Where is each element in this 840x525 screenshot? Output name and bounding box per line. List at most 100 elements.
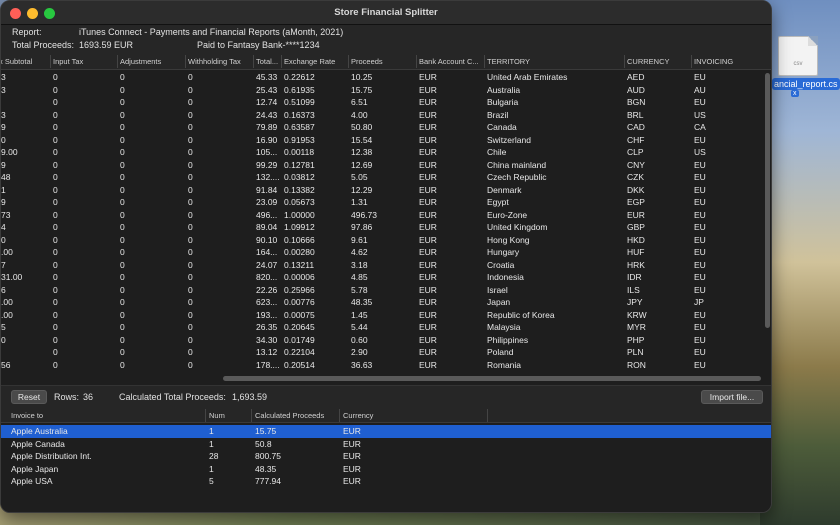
table-cell: 0	[53, 222, 58, 232]
table-row[interactable]: 5 0 0 0 26.35 0.20645 5.44 EUR Malaysia MYR EU	[1, 321, 771, 334]
column-header[interactable]: x Subtotal	[1, 57, 49, 66]
column-divider[interactable]	[185, 55, 186, 68]
table-cell: ILS	[627, 284, 640, 295]
table-row[interactable]: 0 0 0 13.12 0.22104 2.90 EUR Poland PLN EU	[1, 346, 771, 359]
table-cell: 0	[120, 259, 125, 270]
selected-table-row[interactable]: Apple Australia 1 15.75 EUR	[1, 425, 771, 438]
column-divider[interactable]	[281, 55, 282, 68]
table-row[interactable]: 6 0 0 0 22.26 0.25966 5.78 EUR Israel ILS EU	[1, 284, 771, 297]
column-divider[interactable]	[624, 55, 625, 68]
table-cell: 9.00	[1, 147, 18, 157]
table-row[interactable]: 9 0 0 0 23.09 0.05673 1.31 EUR Egypt EGP EU	[1, 196, 771, 209]
table-cell: 0	[120, 234, 125, 245]
column-header[interactable]: INVOICING	[694, 57, 761, 66]
table-row[interactable]: 7 0 0 0 24.07 0.13211 3.18 EUR Croatia HRK EU	[1, 259, 771, 272]
column-header[interactable]: Invoice to	[11, 411, 205, 420]
table-cell: 0	[120, 284, 125, 295]
table-cell: 0.00280	[284, 247, 315, 257]
table-cell: 4.00	[351, 109, 368, 120]
table-cell: CAD	[627, 122, 645, 132]
table-row[interactable]: 3 0 0 0 25.43 0.61935 15.75 EUR Australia AUD AU	[1, 84, 771, 97]
table-cell: EUR	[419, 172, 437, 182]
column-divider[interactable]	[251, 409, 252, 422]
table-row[interactable]: 73 0 0 0 496... 1.00000 496.73 EUR Euro-Zone EUR E…	[1, 209, 771, 222]
table-cell: 0	[53, 334, 58, 345]
table-cell: 0	[120, 147, 125, 157]
table-cell: 12.29	[351, 184, 373, 195]
table-row[interactable]: 3 0 0 0 24.43 0.16373 4.00 EUR Brazil BRL US	[1, 109, 771, 122]
table-cell: Indonesia	[487, 272, 524, 282]
table-cell: EUR	[419, 122, 437, 132]
table-row[interactable]: 0 0 0 0 90.10 0.10666 9.61 EUR Hong Kong HKD EU	[1, 234, 771, 247]
table-cell: 5	[1, 322, 6, 332]
file-label-close-icon[interactable]: x	[791, 90, 799, 97]
table-row[interactable]: 31.00 0 0 0 820... 0.00006 4.85 EUR Indonesia IDR…	[1, 271, 771, 284]
column-header[interactable]: Withholding Tax	[188, 57, 252, 66]
column-header[interactable]: Total...	[256, 57, 280, 66]
table-cell: HKD	[627, 234, 645, 245]
summary-toolbar: Reset Rows: 36 Calculated Total Proceeds…	[1, 385, 771, 407]
table-row[interactable]: 3 0 0 0 45.33 0.22612 10.25 EUR United Arab Emir…	[1, 71, 771, 84]
table-row[interactable]: .00 0 0 0 193... 0.00075 1.45 EUR Republic of Ko…	[1, 309, 771, 322]
table-cell: 0	[188, 347, 193, 357]
table-row[interactable]: Apple Japan 1 48.35 EUR	[1, 463, 771, 476]
column-divider[interactable]	[416, 55, 417, 68]
table-row[interactable]: 9.00 0 0 0 105... 0.00118 12.38 EUR Chile CLP US	[1, 146, 771, 159]
column-header[interactable]: Currency	[343, 411, 487, 420]
table-row[interactable]: 56 0 0 0 178.... 0.20514 36.63 EUR Romania RON EU	[1, 359, 771, 372]
table-row[interactable]: 1 0 0 0 91.84 0.13382 12.29 EUR Denmark DKK EU	[1, 184, 771, 197]
table-cell: 25.43	[256, 84, 278, 95]
column-divider[interactable]	[117, 55, 118, 68]
table-row[interactable]: 48 0 0 0 132.... 0.03812 5.05 EUR Czech Republic…	[1, 171, 771, 184]
reset-button[interactable]: Reset	[11, 390, 47, 404]
column-header[interactable]: Calculated Proceeds	[255, 411, 339, 420]
table-cell: 0	[120, 122, 125, 132]
column-divider[interactable]	[691, 55, 692, 68]
table-cell: 0	[53, 359, 58, 370]
column-header[interactable]: Adjustments	[120, 57, 184, 66]
table-row[interactable]: Apple USA 5 777.94 EUR	[1, 475, 771, 488]
csv-file-icon[interactable]: csv	[778, 36, 818, 76]
desktop-file-label[interactable]: ancial_report.cs	[772, 78, 840, 90]
column-divider[interactable]	[205, 409, 206, 422]
table-row[interactable]: 0 0 0 0 16.90 0.91953 15.54 EUR Switzerland CHF EU	[1, 134, 771, 147]
column-divider[interactable]	[487, 409, 488, 422]
table-cell: 36.63	[351, 359, 373, 370]
column-divider[interactable]	[484, 55, 485, 68]
table-row[interactable]: 9 0 0 0 79.89 0.63587 50.80 EUR Canada CAD CA	[1, 121, 771, 134]
column-divider[interactable]	[253, 55, 254, 68]
table-cell: Poland	[487, 347, 514, 357]
table-cell: 0	[120, 72, 125, 82]
column-header[interactable]: TERRITORY	[487, 57, 623, 66]
column-divider[interactable]	[339, 409, 340, 422]
invoice-table[interactable]: Invoice to Num Calculated Proceeds Currency…	[1, 407, 771, 512]
horizontal-scrollbar[interactable]	[223, 376, 761, 381]
column-divider[interactable]	[348, 55, 349, 68]
table-cell: 132....	[256, 172, 280, 182]
table-row[interactable]: .00 0 0 0 164... 0.00280 4.62 EUR Hungary HUF EU	[1, 246, 771, 259]
column-header[interactable]: Num	[209, 411, 251, 420]
column-header[interactable]: Exchange Rate	[284, 57, 347, 66]
column-header[interactable]: Bank Account C...	[419, 57, 483, 66]
table-cell: JP	[694, 297, 704, 307]
proceeds-table[interactable]: x Subtotal Input Tax Adjustments Withholdin…	[1, 53, 771, 383]
table-row[interactable]: 9 0 0 0 99.29 0.12781 12.69 EUR China mainland CN…	[1, 159, 771, 172]
table-row[interactable]: Apple Canada 1 50.8 EUR	[1, 438, 771, 451]
table-row[interactable]: 0 0 0 0 34.30 0.01749 0.60 EUR Philippines PHP EU	[1, 334, 771, 347]
column-header[interactable]: CURRENCY	[627, 57, 690, 66]
app-window: Store Financial Splitter Report: iTunes …	[0, 0, 772, 513]
table-cell: Euro-Zone	[487, 209, 528, 220]
table-row[interactable]: 4 0 0 0 89.04 1.09912 97.86 EUR United Kingdom GB…	[1, 221, 771, 234]
table-row[interactable]: .00 0 0 0 623... 0.00776 48.35 EUR Japan JPY JP	[1, 296, 771, 309]
vertical-scrollbar[interactable]	[765, 73, 770, 328]
column-header[interactable]: Input Tax	[53, 57, 116, 66]
table-cell: EUR	[419, 309, 437, 320]
column-divider[interactable]	[50, 55, 51, 68]
table-row[interactable]: 0 0 0 12.74 0.51099 6.51 EUR Bulgaria BGN EU	[1, 96, 771, 109]
table-cell: CZK	[627, 172, 644, 182]
column-header[interactable]: Proceeds	[351, 57, 415, 66]
import-file-button[interactable]: Import file...	[701, 390, 763, 404]
table-cell: 7	[1, 259, 6, 270]
table-row[interactable]: Apple Distribution Int. 28 800.75 EUR	[1, 450, 771, 463]
table-cell: EU	[694, 334, 706, 345]
